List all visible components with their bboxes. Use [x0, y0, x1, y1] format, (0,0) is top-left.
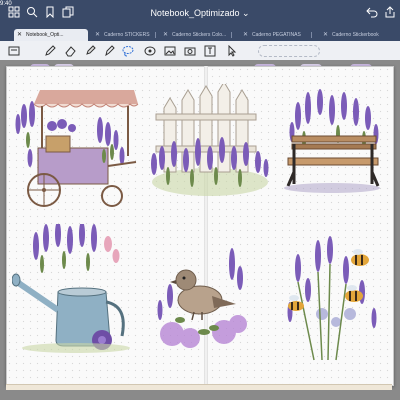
toolbar: [0, 41, 400, 61]
image-icon[interactable]: [164, 44, 176, 56]
elements-icon[interactable]: [144, 44, 156, 56]
lasso-icon[interactable]: [122, 44, 134, 57]
close-icon[interactable]: ✕: [243, 29, 248, 41]
close-icon[interactable]: ✕: [323, 29, 328, 41]
chevron-down-icon: ⌄: [242, 8, 250, 18]
sticker-watering-can-lavender[interactable]: [11, 221, 140, 354]
tab-caderno-pegatinas[interactable]: ✕ Caderno PEGATINAS: [240, 29, 312, 41]
pen-icon[interactable]: [44, 44, 56, 56]
read-only-icon[interactable]: [8, 44, 20, 56]
favorite-pens-strip[interactable]: [258, 45, 320, 57]
share-icon[interactable]: [384, 6, 396, 21]
tab-caderno-stickers[interactable]: ✕ Caderno STICKERS: [92, 29, 156, 41]
shapes-icon[interactable]: [104, 44, 116, 57]
close-icon[interactable]: ✕: [17, 29, 22, 41]
camera-icon[interactable]: [184, 44, 196, 56]
tab-notebook-optimizado[interactable]: ✕ Notebook_Opti...: [14, 29, 88, 41]
tab-caderno-stickerbook[interactable]: ✕ Caderno Stickerbook: [320, 29, 398, 41]
tab-label: Caderno Stickers Colo...: [172, 32, 227, 38]
text-icon[interactable]: [204, 44, 216, 57]
close-icon[interactable]: ✕: [163, 29, 168, 41]
tab-bar: ✕ Notebook_Opti... ✕ Caderno STICKERS ✕ …: [0, 27, 400, 41]
bee-icon: [351, 249, 369, 266]
tab-separator: [311, 32, 312, 38]
undo-icon[interactable]: [366, 6, 378, 21]
tab-caderno-stickers-colo[interactable]: ✕ Caderno Stickers Colo...: [160, 29, 232, 41]
sticker-lavender-flower-cart[interactable]: [12, 86, 140, 211]
page-edge: [6, 384, 392, 390]
tab-separator: [155, 32, 156, 38]
sticker-wooden-bench-lavender[interactable]: [280, 88, 384, 196]
tab-label: Caderno Stickerbook: [332, 32, 379, 38]
tab-separator: [231, 32, 232, 38]
document-title-text: Notebook_Optimizado: [150, 8, 240, 18]
close-icon[interactable]: ✕: [95, 29, 100, 41]
tab-label: Caderno PEGATINAS: [252, 32, 301, 38]
sticker-bird-lavender[interactable]: [150, 244, 250, 350]
pointer-icon[interactable]: [226, 44, 238, 57]
tab-label: Notebook_Opti...: [26, 32, 64, 38]
sticker-white-picket-fence-lavender[interactable]: [146, 81, 272, 200]
sticker-bees-lavender[interactable]: [278, 230, 386, 364]
tab-label: Caderno STICKERS: [104, 32, 150, 38]
document-title[interactable]: Notebook_Optimizado ⌄: [0, 8, 400, 19]
eraser-icon[interactable]: [64, 44, 76, 57]
title-bar: 9:40 Notebook_Optimizado ⌄: [0, 0, 400, 27]
highlighter-icon[interactable]: [84, 44, 96, 56]
